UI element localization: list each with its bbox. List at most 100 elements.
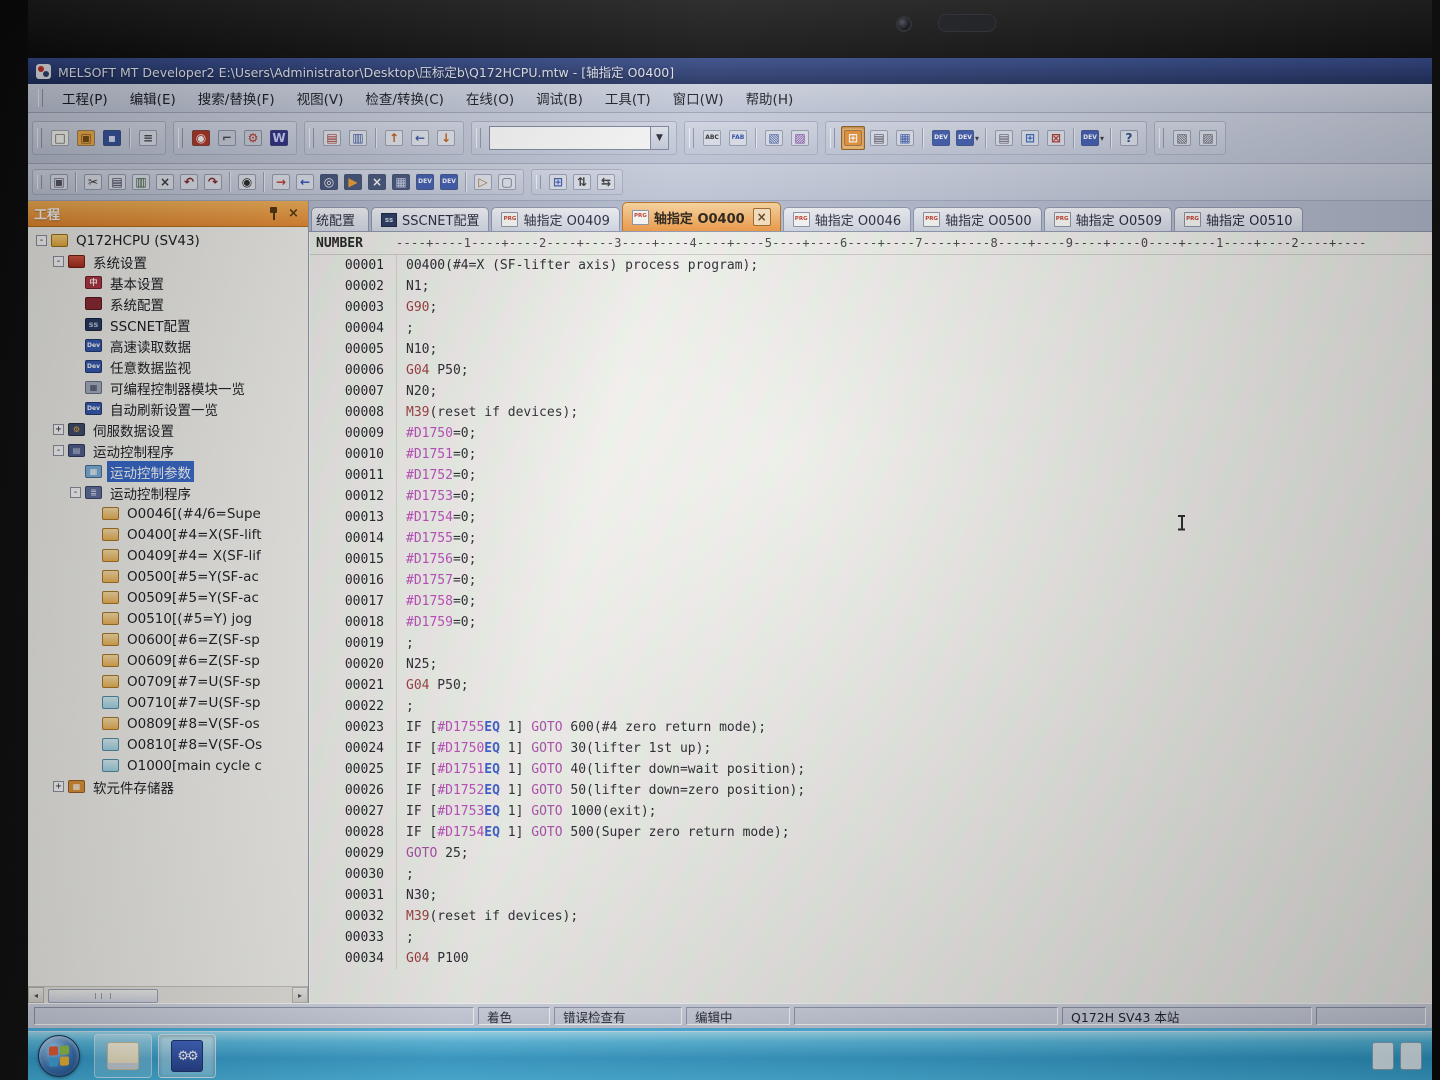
code-line-00001[interactable]: 0000100400(#4=X (SF-lifter axis) process…	[310, 255, 1432, 276]
menu-item-4[interactable]: 检查/转换(C)	[354, 89, 455, 111]
code-line-00021[interactable]: 00021G04 P50;	[310, 675, 1432, 696]
tree-item-o1000maincyclec[interactable]: +O1000[main cycle c	[28, 755, 308, 776]
doc-preview-icon[interactable]: ▨	[1196, 126, 1220, 150]
collapse-icon[interactable]: -	[53, 256, 64, 267]
device-batch-monitor-icon[interactable]: DEV▾	[955, 126, 980, 150]
tree-item-5[interactable]: +Dev高速读取数据	[28, 335, 308, 356]
code-line-00012[interactable]: 00012#D1753=0;	[310, 486, 1432, 507]
batch-replace-icon[interactable]: ▨	[788, 126, 812, 150]
write-to-controller-icon[interactable]: ↑	[382, 126, 406, 150]
monitor-setup-icon[interactable]: ▦	[390, 172, 412, 192]
code-line-00026[interactable]: 00026IF [#D1752 EQ 1] GOTO 50(lifter dow…	[310, 780, 1432, 801]
tree-item-o04094xsflif[interactable]: +O0409[#4= X(SF-lif	[28, 545, 308, 566]
code-line-00016[interactable]: 00016#D1757=0;	[310, 570, 1432, 591]
redo-icon[interactable]: ↷	[202, 172, 224, 192]
code-line-00005[interactable]: 00005N10;	[310, 339, 1432, 360]
code-line-00006[interactable]: 00006G04 P50;	[310, 360, 1432, 381]
code-line-00024[interactable]: 00024IF [#D1750 EQ 1] GOTO 30(lifter 1st…	[310, 738, 1432, 759]
toolbar-grip[interactable]	[37, 175, 42, 189]
scroll-right-arrow-icon[interactable]: ▸	[292, 987, 308, 1003]
doc-jump-icon[interactable]: ▷	[472, 172, 494, 192]
project-copy-icon[interactable]: ▣	[48, 172, 70, 192]
taskbar-mtdeveloper-button[interactable]: ⚙⚙	[158, 1034, 216, 1078]
tree-item-8[interactable]: +Dev自动刷新设置一览	[28, 398, 308, 419]
doc-export-icon[interactable]: ▧	[1170, 126, 1194, 150]
tree-item-o05095ysfac[interactable]: +O0509[#5=Y(SF-ac	[28, 587, 308, 608]
monitor-start-icon[interactable]: ▶	[342, 172, 364, 192]
verify-with-controller-icon[interactable]: ↓	[434, 126, 458, 150]
tree-item-11[interactable]: +▦运动控制参数	[28, 461, 308, 482]
menu-item-6[interactable]: 调试(B)	[525, 89, 594, 111]
open-project-icon[interactable]: ▣	[74, 126, 98, 150]
menu-item-0[interactable]: 工程(P)	[51, 89, 119, 111]
tree-item-26[interactable]: +▦软元件存储器	[28, 776, 308, 797]
code-line-00034[interactable]: 00034G04 P100	[310, 948, 1432, 969]
toolbar-grip[interactable]	[536, 175, 541, 189]
undo-icon[interactable]: ↶	[178, 172, 200, 192]
project-compare-icon[interactable]: ▥	[346, 126, 370, 150]
servo-waveform-icon[interactable]: W	[267, 126, 291, 150]
taskbar-explorer-button[interactable]	[94, 1034, 152, 1078]
tray-icon-2[interactable]	[1400, 1042, 1422, 1070]
tree-item-6[interactable]: +Dev任意数据监视	[28, 356, 308, 377]
cut-icon[interactable]: ✂	[82, 172, 104, 192]
tree-item-o04004xsflift[interactable]: +O0400[#4=X(SF-lift	[28, 524, 308, 545]
scrollbar-thumb[interactable]	[48, 989, 158, 1003]
watch-list-icon[interactable]: ▤	[992, 126, 1016, 150]
tree-item-o05005ysfac[interactable]: +O0500[#5=Y(SF-ac	[28, 566, 308, 587]
panel-close-icon[interactable]: ×	[285, 205, 302, 222]
pin-icon[interactable]	[265, 205, 282, 222]
find-updown-icon[interactable]: ⇅	[571, 172, 593, 192]
code-line-00007[interactable]: 00007N20;	[310, 381, 1432, 402]
menu-item-1[interactable]: 编辑(E)	[119, 89, 187, 111]
abc-check-icon[interactable]: ABC	[700, 126, 724, 150]
tree-item-9[interactable]: +⚙伺服数据设置	[28, 419, 308, 440]
code-line-00029[interactable]: 00029GOTO 25;	[310, 843, 1432, 864]
code-line-00009[interactable]: 00009#D1750=0;	[310, 423, 1432, 444]
code-line-00030[interactable]: 00030;	[310, 864, 1432, 885]
tree-item-o06006zsfsp[interactable]: +O0600[#6=Z(SF-sp	[28, 629, 308, 650]
project-check-icon[interactable]: ▤	[320, 126, 344, 150]
code-line-00027[interactable]: 00027IF [#D1753 EQ 1] GOTO 1000(exit);	[310, 801, 1432, 822]
menu-item-8[interactable]: 窗口(W)	[662, 89, 735, 111]
code-line-00032[interactable]: 00032M39(reset if devices);	[310, 906, 1432, 927]
tree-item-o07097usfsp[interactable]: +O0709[#7=U(SF-sp	[28, 671, 308, 692]
menubar-grip[interactable]	[38, 89, 43, 107]
table-insert-icon[interactable]: ⊞	[1018, 126, 1042, 150]
code-line-00004[interactable]: 00004;	[310, 318, 1432, 339]
menu-item-5[interactable]: 在线(O)	[455, 89, 525, 111]
monitor-stop-icon[interactable]: ×	[366, 172, 388, 192]
toolbar-grip[interactable]	[476, 128, 481, 148]
menu-item-7[interactable]: 工具(T)	[594, 89, 662, 111]
menu-item-2[interactable]: 搜索/替换(F)	[187, 89, 286, 111]
toolbar-grip[interactable]	[689, 128, 694, 148]
table-delete-icon[interactable]: ⊠	[1044, 126, 1068, 150]
delete-icon[interactable]: ×	[154, 172, 176, 192]
tab-o0510[interactable]: PRG轴指定 O0510	[1174, 207, 1302, 231]
table-view-icon[interactable]: ▦	[893, 126, 917, 150]
code-line-00020[interactable]: 00020N25;	[310, 654, 1432, 675]
tree-item-3[interactable]: +系统配置	[28, 293, 308, 314]
code-line-00028[interactable]: 00028IF [#D1754 EQ 1] GOTO 500(Super zer…	[310, 822, 1432, 843]
code-line-00003[interactable]: 00003G90;	[310, 297, 1432, 318]
code-line-00011[interactable]: 00011#D1752=0;	[310, 465, 1432, 486]
code-line-00033[interactable]: 00033;	[310, 927, 1432, 948]
code-line-00014[interactable]: 00014#D1755=0;	[310, 528, 1432, 549]
tool-wrench-icon[interactable]: ⌐	[215, 126, 239, 150]
print-icon[interactable]: ≡	[136, 126, 160, 150]
tree-item-o06096zsfsp[interactable]: +O0609[#6=Z(SF-sp	[28, 650, 308, 671]
tab-o0509[interactable]: PRG轴指定 O0509	[1044, 207, 1172, 231]
project-tree-toggle-icon[interactable]: ⊞	[841, 126, 865, 150]
toolbar-grip[interactable]	[830, 128, 835, 148]
tree-item-12[interactable]: -≣运动控制程序	[28, 482, 308, 503]
tree-item-sscnet[interactable]: +ssSSCNET配置	[28, 314, 308, 335]
code-line-00025[interactable]: 00025IF [#D1751 EQ 1] GOTO 40(lifter dow…	[310, 759, 1432, 780]
tab-sscnet-config[interactable]: ssSSCNET配置	[371, 207, 489, 231]
screen-copy-icon[interactable]: ▢	[496, 172, 518, 192]
tree-horizontal-scrollbar[interactable]: ◂ ▸	[28, 986, 308, 1003]
tree-item-2[interactable]: +中基本设置	[28, 272, 308, 293]
combobox-dropdown-icon[interactable]: ▼	[650, 127, 668, 149]
output-window-icon[interactable]: ▤	[867, 126, 891, 150]
new-project-icon[interactable]: □	[48, 126, 72, 150]
tab-o0400[interactable]: PRG轴指定 O0400×	[622, 202, 781, 231]
